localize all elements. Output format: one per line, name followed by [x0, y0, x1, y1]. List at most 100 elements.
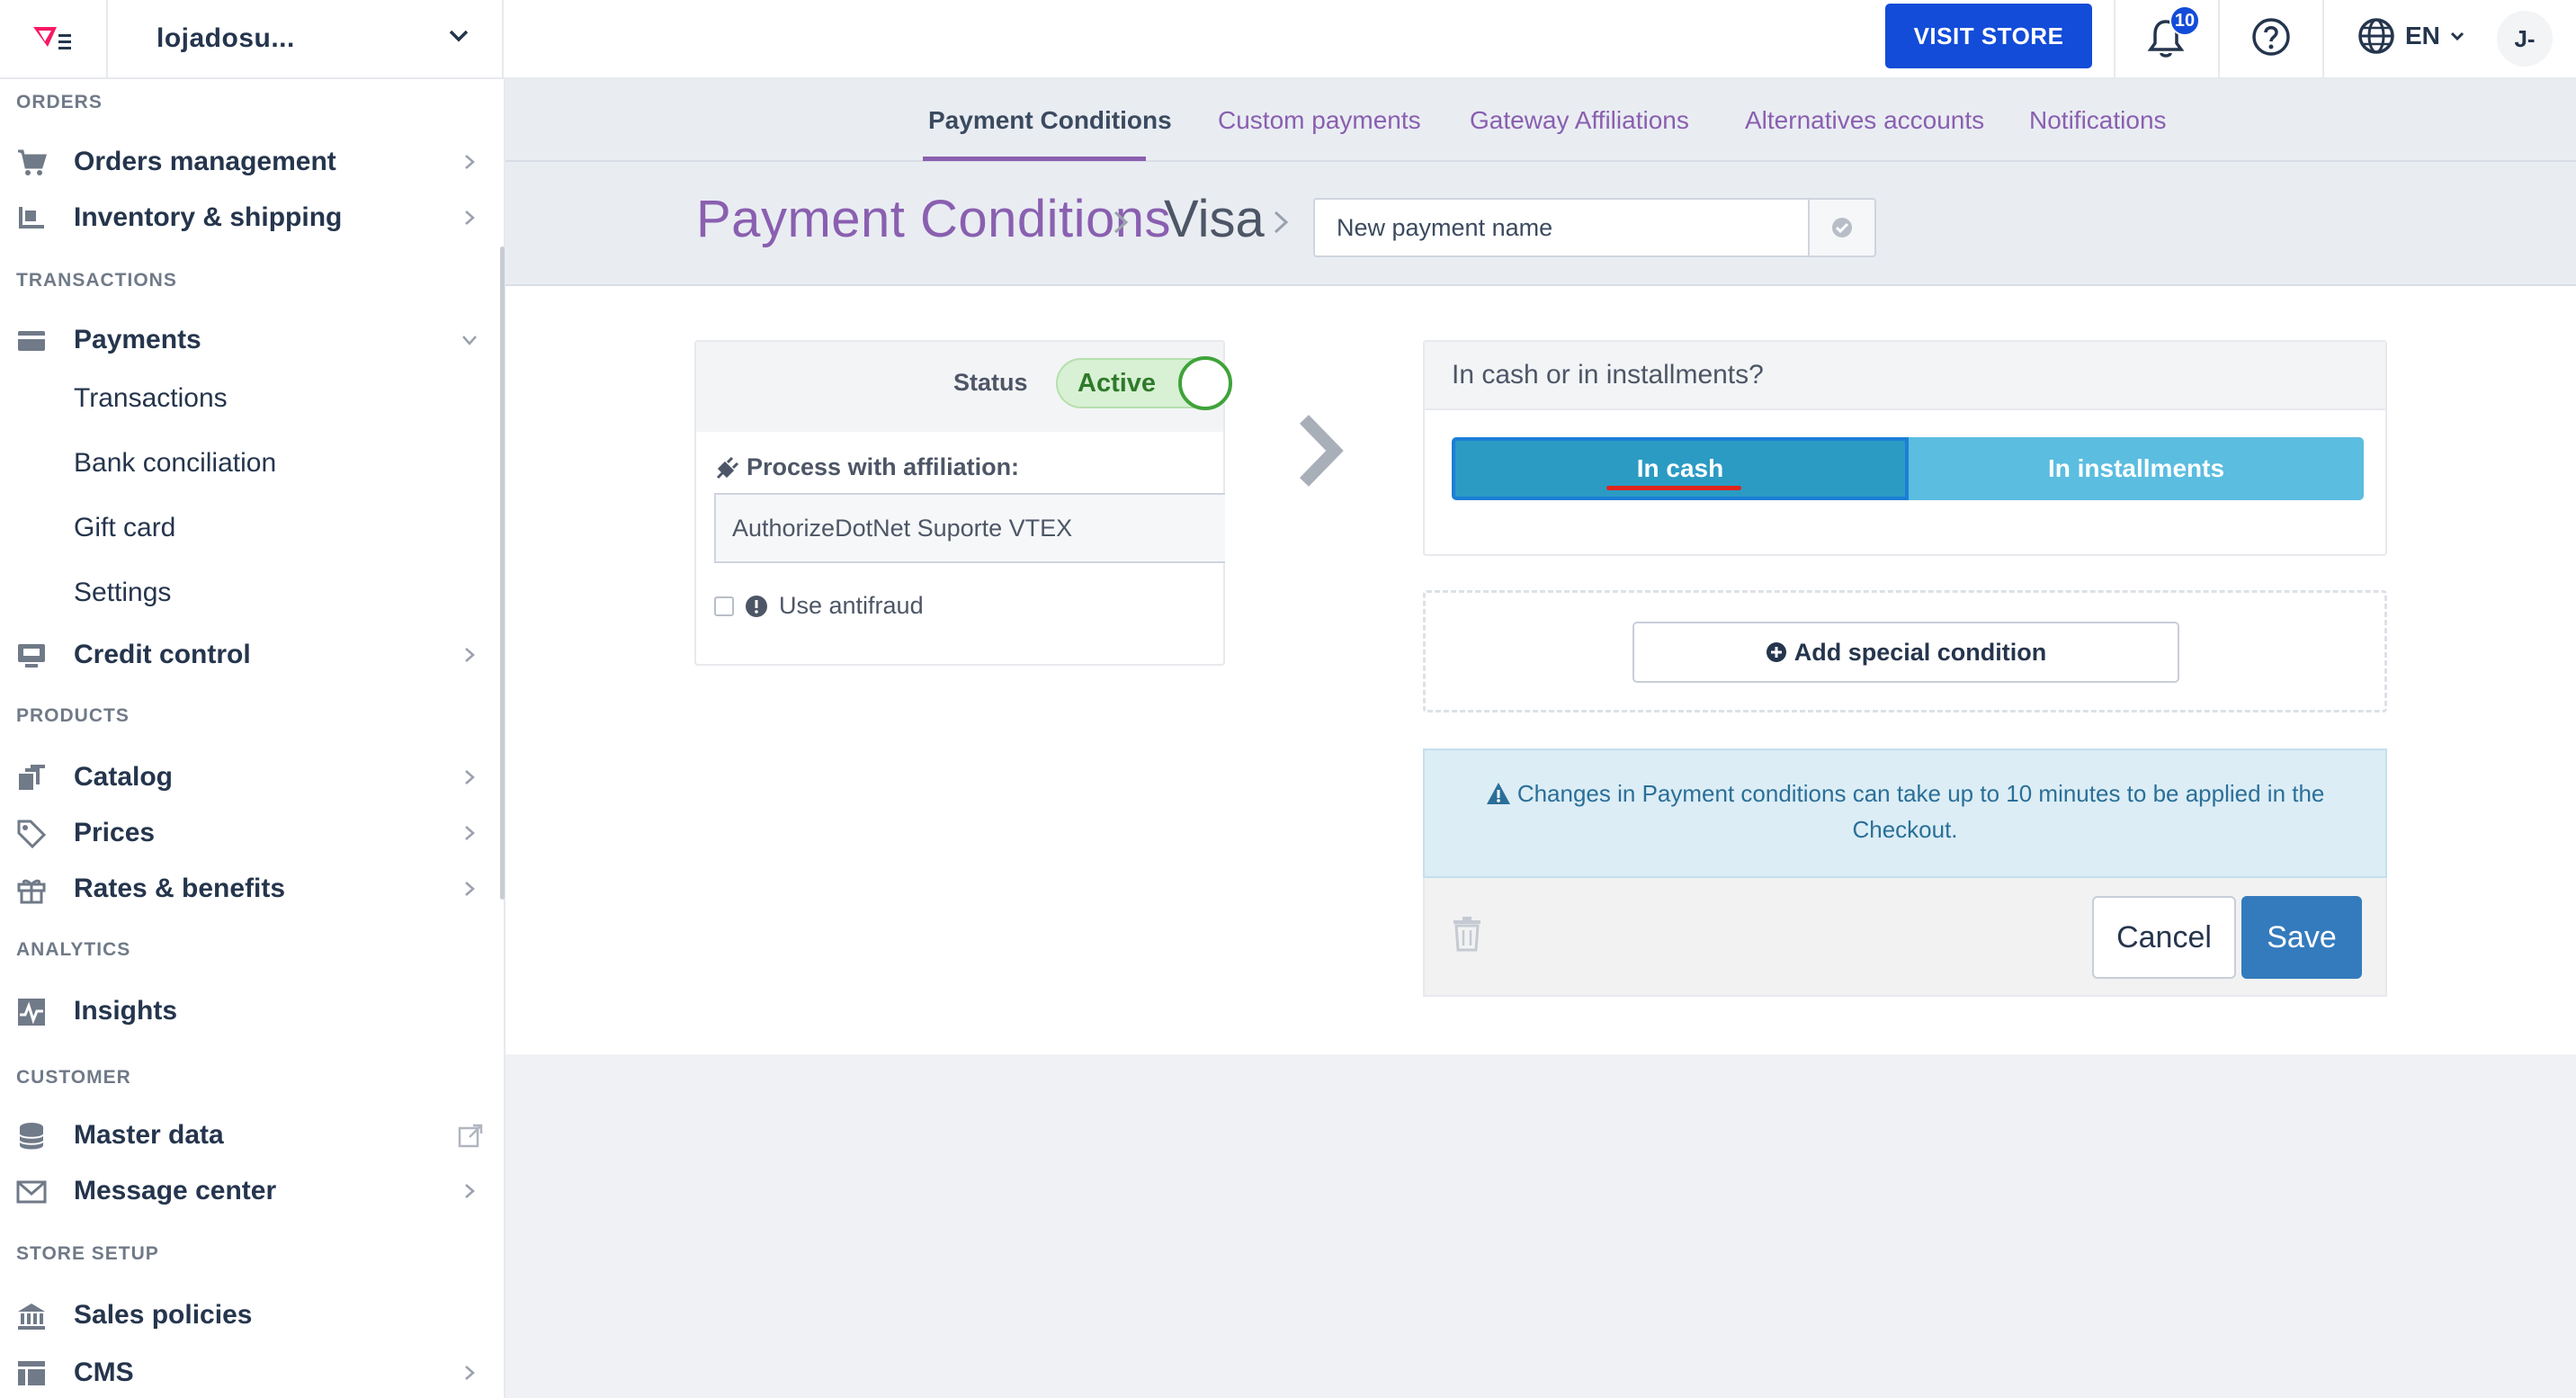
sidebar-item-label: Insights [74, 996, 178, 1026]
active-tab-indicator [923, 157, 1146, 161]
in-cash-option[interactable]: In cash [1452, 437, 1909, 500]
sidebar-item-sales-policies[interactable]: Sales policies [0, 1290, 500, 1340]
tab-gateway-affiliations[interactable]: Gateway Affiliations [1470, 79, 1689, 162]
visit-store-button[interactable]: VISIT STORE [1885, 4, 2092, 68]
sidebar-item-cms[interactable]: CMS [0, 1348, 500, 1398]
notification-badge: 10 [2169, 5, 2200, 36]
sidebar-item-label: CMS [74, 1358, 134, 1387]
tab-alternatives-accounts[interactable]: Alternatives accounts [1745, 79, 1984, 162]
tab-notifications[interactable]: Notifications [2029, 79, 2167, 162]
sidebar-item-label: Catalog [74, 762, 174, 792]
sidebar-item-label: Credit control [74, 640, 251, 669]
main-area: Payment Conditions Custom payments Gatew… [505, 79, 2576, 1398]
language-selector[interactable]: EN [2357, 16, 2465, 56]
language-label: EN [2405, 22, 2440, 49]
cancel-button[interactable]: Cancel [2092, 896, 2236, 979]
section-store-setup: STORE SETUP [16, 1243, 159, 1264]
sidebar-subitem-gift-card[interactable]: Gift card [74, 513, 175, 543]
sidebar-item-label: Prices [74, 818, 156, 847]
sidebar-subitem-bank-conciliation[interactable]: Bank conciliation [74, 448, 276, 479]
credit-control-icon [18, 644, 45, 668]
sidebar-item-prices[interactable]: Prices [0, 808, 500, 858]
confirm-name-button[interactable] [1808, 198, 1876, 257]
sidebar-subitem-transactions[interactable]: Transactions [74, 383, 228, 414]
card-header: Status Active [696, 342, 1232, 432]
chevron-right-icon [1299, 415, 1344, 487]
sidebar: ORDERS Orders management Inventory & shi… [0, 79, 505, 1398]
credit-card-icon [18, 331, 45, 351]
sidebar-item-label: Rates & benefits [74, 874, 286, 903]
save-button[interactable]: Save [2241, 896, 2362, 979]
antifraud-option[interactable]: Use antifraud [714, 592, 924, 620]
store-name: lojadosu... [157, 23, 295, 53]
external-link-icon [458, 1124, 483, 1148]
tab-payment-conditions[interactable]: Payment Conditions [928, 79, 1172, 162]
chevron-right-icon [1114, 211, 1129, 234]
sidebar-item-rates-benefits[interactable]: Rates & benefits [0, 864, 500, 914]
warning-icon [1486, 783, 1510, 804]
divider [2218, 0, 2220, 77]
section-transactions: TRANSACTIONS [16, 270, 177, 291]
sidebar-item-label: Payments [74, 325, 201, 354]
info-exclamation-icon [746, 595, 767, 617]
tag-icon [17, 820, 47, 849]
special-condition-area: Add special condition [1423, 590, 2387, 712]
sidebar-item-inventory-shipping[interactable]: Inventory & shipping [0, 193, 500, 243]
insights-icon [18, 999, 45, 1026]
chevron-right-icon [465, 826, 475, 840]
affiliation-select[interactable]: AuthorizeDotNet Suporte VTEX [714, 493, 1225, 563]
alert-text: Changes in Payment conditions can take u… [1516, 780, 2325, 843]
content-area: Status Active Process with affiliation: … [505, 286, 2576, 1054]
top-bar: lojadosu... VISIT STORE 10 EN J- [0, 0, 2576, 79]
section-orders: ORDERS [16, 92, 103, 112]
envelope-icon [16, 1180, 47, 1204]
sidebar-item-label: Inventory & shipping [74, 202, 343, 232]
installments-card: In cash or in installments? In cash In i… [1423, 340, 2387, 556]
cms-icon [18, 1361, 45, 1385]
sidebar-item-catalog[interactable]: Catalog [0, 752, 500, 802]
sidebar-item-credit-control[interactable]: Credit control [0, 630, 500, 680]
sidebar-item-label: Sales policies [74, 1300, 253, 1330]
toggle-knob [1178, 356, 1232, 410]
divider [2322, 0, 2324, 77]
antifraud-label: Use antifraud [779, 592, 924, 619]
bank-icon [18, 1304, 45, 1330]
in-installments-option[interactable]: In installments [1909, 437, 2364, 500]
affiliation-label-row: Process with affiliation: [714, 453, 1019, 481]
add-special-condition-button[interactable]: Add special condition [1632, 622, 2179, 683]
store-switcher[interactable]: lojadosu... [108, 0, 504, 77]
check-circle-icon [1832, 218, 1852, 237]
tab-custom-payments[interactable]: Custom payments [1218, 79, 1421, 162]
sidebar-subitem-settings[interactable]: Settings [74, 578, 171, 608]
sidebar-item-insights[interactable]: Insights [0, 986, 500, 1036]
installments-question: In cash or in installments? [1425, 342, 2385, 410]
sidebar-item-orders-management[interactable]: Orders management [0, 137, 500, 187]
payment-name-input[interactable] [1313, 198, 1810, 257]
catalog-icon [19, 765, 45, 790]
vtex-logo[interactable] [0, 0, 108, 77]
sidebar-scrollbar[interactable] [500, 246, 505, 900]
trash-icon[interactable] [1452, 916, 1482, 952]
chevron-right-icon [465, 155, 475, 169]
sidebar-item-payments[interactable]: Payments [0, 315, 500, 365]
chevron-right-icon [465, 648, 475, 662]
chevron-down-icon [462, 336, 477, 345]
sidebar-item-message-center[interactable]: Message center [0, 1166, 500, 1216]
globe-icon [2358, 18, 2394, 54]
breadcrumb-payment-conditions[interactable]: Payment Conditions [696, 189, 1171, 249]
section-products: PRODUCTS [16, 705, 130, 726]
sidebar-item-label: Orders management [74, 147, 336, 176]
help-icon[interactable] [2250, 16, 2292, 58]
info-alert: Changes in Payment conditions can take u… [1423, 748, 2387, 878]
page-header: Payment Conditions Visa [505, 162, 2576, 286]
antifraud-checkbox[interactable] [714, 596, 734, 616]
cart-icon [18, 149, 47, 175]
chevron-down-icon [449, 30, 469, 42]
status-toggle[interactable]: Active [1056, 356, 1232, 410]
status-value: Active [1078, 369, 1157, 398]
affiliation-label: Process with affiliation: [747, 453, 1020, 480]
avatar[interactable]: J- [2497, 11, 2553, 67]
chevron-right-icon [465, 770, 475, 784]
tab-bar: Payment Conditions Custom payments Gatew… [505, 79, 2576, 162]
sidebar-item-master-data[interactable]: Master data [0, 1110, 500, 1161]
